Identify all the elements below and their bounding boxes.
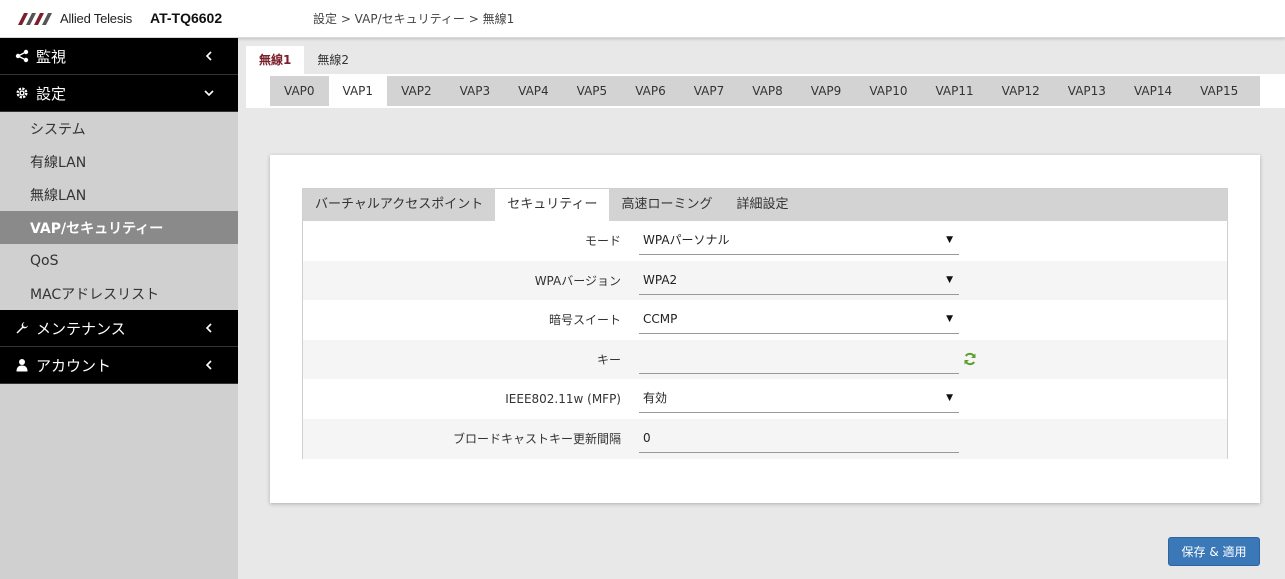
- brand-logo: Allied Telesis: [18, 11, 132, 26]
- nav-maintenance-label: メンテナンス: [36, 319, 126, 338]
- gear-icon: [14, 85, 30, 101]
- breadcrumb: 設定 > VAP/セキュリティー > 無線1: [313, 12, 515, 26]
- allied-telesis-logo-icon: [18, 12, 52, 25]
- mode-label: モード: [584, 234, 621, 249]
- dropdown-arrow-icon: ▼: [946, 274, 953, 285]
- tab-vap5[interactable]: VAP5: [563, 76, 622, 106]
- sidebar-item-mac-address-list[interactable]: MACアドレスリスト: [0, 277, 238, 310]
- form-row-mode: モード WPAパーソナル ▼: [303, 221, 1227, 261]
- tab-vap12[interactable]: VAP12: [988, 76, 1054, 106]
- form-row-wpa-version: WPAバージョン WPA2 ▼: [303, 260, 1227, 301]
- nav-monitor-label: 監視: [36, 47, 67, 66]
- nav-settings[interactable]: 設定: [0, 75, 238, 112]
- broadcast-interval-input[interactable]: 0: [639, 427, 959, 453]
- tab-radio2[interactable]: 無線2: [304, 46, 362, 74]
- chevron-left-icon: [205, 51, 212, 61]
- tab-vap14[interactable]: VAP14: [1120, 76, 1186, 106]
- tab-vap3[interactable]: VAP3: [446, 76, 505, 106]
- chevron-left-icon: [205, 360, 212, 370]
- wpa-version-select[interactable]: WPA2 ▼: [639, 269, 959, 295]
- sidebar-item-system[interactable]: システム: [0, 112, 238, 145]
- form-row-broadcast-interval: ブロードキャストキー更新間隔 0: [303, 418, 1227, 459]
- key-label: キー: [596, 353, 621, 368]
- dropdown-arrow-icon: ▼: [946, 235, 953, 245]
- tab-vap6[interactable]: VAP6: [621, 76, 680, 106]
- tab-radio1[interactable]: 無線1: [246, 46, 305, 74]
- refresh-icon[interactable]: [963, 352, 977, 366]
- cipher-label: 暗号スイート: [548, 313, 621, 328]
- form-row-mfp: IEEE802.11w (MFP) 有効 ▼: [303, 379, 1227, 419]
- mode-select[interactable]: WPAパーソナル ▼: [639, 229, 959, 255]
- dropdown-arrow-icon: ▼: [946, 393, 953, 404]
- cipher-value: CCMP: [643, 312, 678, 327]
- tab-vap0[interactable]: VAP0: [270, 76, 329, 106]
- form-row-key: キー: [303, 339, 1227, 380]
- sidebar-item-wired-lan[interactable]: 有線LAN: [0, 145, 238, 178]
- mfp-value: 有効: [643, 391, 668, 406]
- broadcast-interval-label: ブロードキャストキー更新間隔: [452, 432, 621, 447]
- nav-maintenance[interactable]: メンテナンス: [0, 310, 238, 347]
- tab-virtual-access-point[interactable]: バーチャルアクセスポイント: [303, 189, 495, 221]
- main-content: 無線1 無線2 VAP0 VAP1 VAP2 VAP3 VAP4 VAP5 VA…: [238, 38, 1285, 579]
- tab-vap9[interactable]: VAP9: [797, 76, 856, 106]
- device-model: AT-TQ6602: [150, 10, 223, 26]
- save-apply-button[interactable]: 保存 & 適用: [1168, 537, 1260, 566]
- vap-tabs: VAP0 VAP1 VAP2 VAP3 VAP4 VAP5 VAP6 VAP7 …: [270, 76, 1260, 106]
- key-input[interactable]: [639, 348, 959, 374]
- sidebar: 監視 設定 システム 有線LAN 無線LAN VAP/セキュリティー QoS M…: [0, 38, 238, 579]
- tab-vap11[interactable]: VAP11: [921, 76, 987, 106]
- mfp-label: IEEE802.11w (MFP): [505, 392, 621, 407]
- wrench-icon: [14, 320, 30, 336]
- tab-vap13[interactable]: VAP13: [1054, 76, 1120, 106]
- sub-tabs: バーチャルアクセスポイント セキュリティー 高速ローミング 詳細設定: [303, 189, 1227, 221]
- wpa-version-value: WPA2: [643, 272, 678, 287]
- tab-vap10[interactable]: VAP10: [855, 76, 921, 106]
- chevron-left-icon: [205, 323, 212, 333]
- broadcast-interval-value: 0: [643, 430, 651, 445]
- sidebar-item-wireless-lan[interactable]: 無線LAN: [0, 178, 238, 211]
- nav-account-label: アカウント: [36, 356, 112, 375]
- mfp-select[interactable]: 有効 ▼: [639, 387, 959, 414]
- mode-value: WPAパーソナル: [643, 233, 730, 247]
- chevron-down-icon: [204, 90, 214, 97]
- user-icon: [14, 357, 30, 373]
- dropdown-arrow-icon: ▼: [946, 314, 953, 325]
- nav-account[interactable]: アカウント: [0, 347, 238, 384]
- security-form: バーチャルアクセスポイント セキュリティー 高速ローミング 詳細設定 モード W…: [302, 188, 1228, 459]
- tab-vap1[interactable]: VAP1: [328, 76, 388, 106]
- tab-vap2[interactable]: VAP2: [387, 76, 446, 106]
- tab-vap7[interactable]: VAP7: [680, 76, 739, 106]
- radio-tabs: 無線1 無線2: [246, 46, 362, 74]
- tab-security[interactable]: セキュリティー: [495, 189, 610, 221]
- tab-advanced-settings[interactable]: 詳細設定: [724, 189, 800, 221]
- nav-monitor[interactable]: 監視: [0, 38, 238, 75]
- tab-fast-roaming[interactable]: 高速ローミング: [609, 189, 724, 221]
- sidebar-item-vap-security[interactable]: VAP/セキュリティー: [0, 211, 238, 244]
- settings-panel: バーチャルアクセスポイント セキュリティー 高速ローミング 詳細設定 モード W…: [270, 155, 1260, 503]
- tab-vap8[interactable]: VAP8: [738, 76, 797, 106]
- wpa-version-label: WPAバージョン: [534, 273, 621, 288]
- cipher-select[interactable]: CCMP ▼: [639, 308, 959, 335]
- sidebar-item-qos[interactable]: QoS: [0, 244, 238, 277]
- form-row-cipher: 暗号スイート CCMP ▼: [303, 300, 1227, 340]
- tab-vap4[interactable]: VAP4: [504, 76, 563, 106]
- brand-name: Allied Telesis: [60, 11, 133, 26]
- nav-settings-label: 設定: [36, 84, 67, 103]
- tab-vap15[interactable]: VAP15: [1186, 76, 1252, 106]
- top-bar: Allied Telesis AT-TQ6602 設定 > VAP/セキュリティ…: [0, 0, 1285, 38]
- share-icon: [14, 48, 30, 64]
